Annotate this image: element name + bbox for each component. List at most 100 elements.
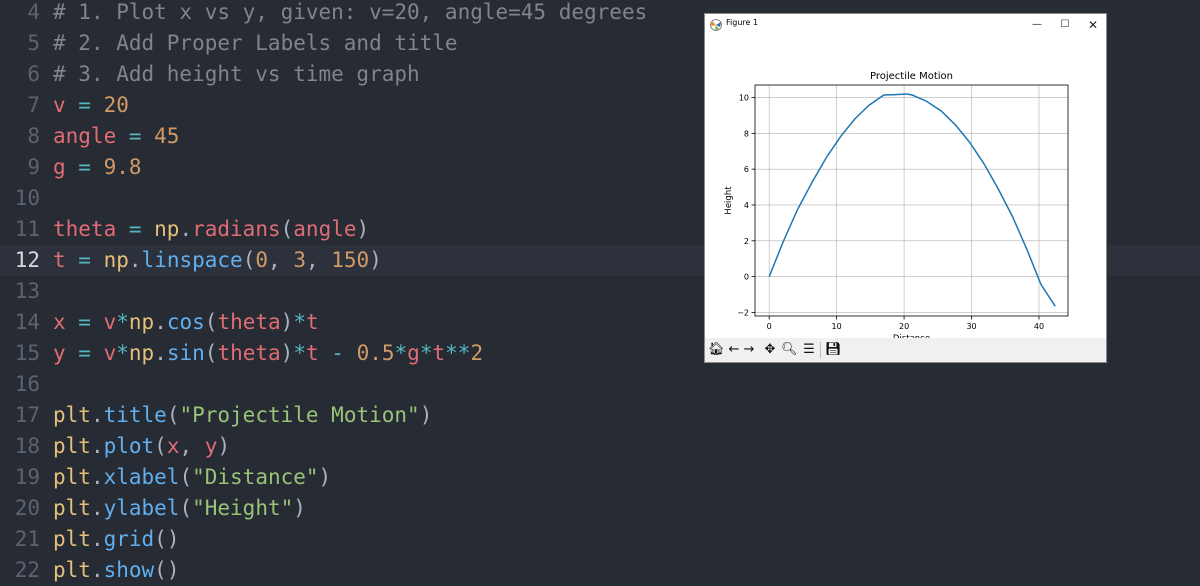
home-icon[interactable]: 🏠︎ xyxy=(708,341,725,359)
code-text: y = v*np.sin(theta)*t - 0.5*g*t**2 xyxy=(53,338,483,369)
navigation-toolbar: 🏠︎ ← → ✥ 🔍︎ ☰ 💾︎ xyxy=(705,338,1106,362)
line-number: 10 xyxy=(14,186,40,210)
code-token: np xyxy=(103,248,129,272)
code-token: . xyxy=(154,341,167,365)
code-token: cos xyxy=(166,310,205,334)
code-token: . xyxy=(90,465,104,489)
code-token: = xyxy=(116,124,155,148)
window-titlebar[interactable]: Figure 1 — ☐ ✕ xyxy=(705,14,1106,36)
code-token: ) xyxy=(280,341,294,365)
code-token: "Distance" xyxy=(192,465,319,489)
y-tick-label: −2 xyxy=(737,308,749,317)
line-number: 16 xyxy=(14,372,40,396)
code-token: show xyxy=(103,558,155,582)
code-line[interactable]: 21 plt.grid() xyxy=(0,524,1200,555)
series-line xyxy=(768,93,1056,307)
code-token: # 1. Plot x vs y, given: v=20, angle=45 … xyxy=(53,0,648,24)
code-text: plt.show() xyxy=(53,555,179,586)
code-token: . xyxy=(90,558,104,582)
code-token: t xyxy=(305,341,319,365)
close-icon[interactable]: ✕ xyxy=(1079,15,1107,35)
y-tick-label: 8 xyxy=(744,129,749,138)
code-text: angle = 45 xyxy=(53,121,179,152)
line-number: 21 xyxy=(14,527,40,551)
code-token: ) xyxy=(369,248,382,272)
code-token: plot xyxy=(103,434,155,458)
x-tick-label: 30 xyxy=(966,322,976,331)
code-token: ( xyxy=(242,248,256,272)
back-icon[interactable]: ← xyxy=(726,341,742,359)
figure-window[interactable]: Figure 1 — ☐ ✕ 0 10 20 30 40 −2 0 2 4 6 8 10 Project… xyxy=(704,13,1107,363)
code-token: title xyxy=(103,403,167,427)
code-line[interactable]: 20 plt.ylabel("Height") xyxy=(0,493,1200,524)
code-token: angle xyxy=(293,217,357,241)
code-line[interactable]: 19 plt.xlabel("Distance") xyxy=(0,462,1200,493)
code-token: . xyxy=(90,434,104,458)
code-text: t = np.linspace(0, 3, 150) xyxy=(53,245,382,276)
code-token: "Projectile Motion" xyxy=(179,403,420,427)
code-token: = xyxy=(65,248,104,272)
line-number: 19 xyxy=(14,465,40,489)
code-text: plt.xlabel("Distance") xyxy=(53,462,331,493)
code-token: = xyxy=(65,310,104,334)
matplotlib-logo-icon xyxy=(710,19,722,31)
code-token: ) xyxy=(419,403,433,427)
plot-canvas[interactable]: 010203040−20246810Projectile MotionDista… xyxy=(705,36,1106,344)
code-line[interactable]: 16 xyxy=(0,369,1200,400)
code-token: . xyxy=(128,248,142,272)
code-token: g xyxy=(53,155,66,179)
forward-icon[interactable]: → xyxy=(741,341,757,359)
minimize-icon[interactable]: — xyxy=(1023,15,1051,35)
configure-subplots-icon[interactable]: ☰ xyxy=(801,341,817,359)
code-token: . xyxy=(179,217,193,241)
line-number: 12 xyxy=(14,248,40,272)
code-token: ( xyxy=(179,496,193,520)
x-tick-label: 40 xyxy=(1034,322,1044,331)
code-text: plt.grid() xyxy=(53,524,179,555)
code-token: ) xyxy=(280,310,294,334)
save-icon[interactable]: 💾︎ xyxy=(825,341,842,359)
pan-icon[interactable]: ✥ xyxy=(762,341,778,359)
zoom-icon[interactable]: 🔍︎ xyxy=(781,341,798,359)
code-token: plt xyxy=(53,527,91,551)
code-token: plt xyxy=(53,558,91,582)
code-token: ) xyxy=(356,217,370,241)
code-token: 20 xyxy=(103,93,129,117)
code-line[interactable]: 22 plt.show() xyxy=(0,555,1200,586)
code-token: t xyxy=(305,310,319,334)
code-token: = xyxy=(65,155,104,179)
line-number: 20 xyxy=(14,496,40,520)
code-token: # 2. Add Proper Labels and title xyxy=(53,31,458,55)
code-token: * xyxy=(293,341,306,365)
code-token: ( xyxy=(204,310,218,334)
code-token: ) xyxy=(217,434,231,458)
code-token: ( xyxy=(179,465,193,489)
code-line[interactable]: 18 plt.plot(x, y) xyxy=(0,431,1200,462)
code-token: ylabel xyxy=(103,496,180,520)
code-token: x xyxy=(53,310,66,334)
line-number: 13 xyxy=(14,279,40,303)
code-token: * xyxy=(419,341,433,365)
window-title: Figure 1 xyxy=(726,18,759,27)
code-token: v xyxy=(103,310,117,334)
line-number: 15 xyxy=(14,341,40,365)
code-token: () xyxy=(154,558,180,582)
code-token: angle xyxy=(53,124,117,148)
y-tick-label: 0 xyxy=(744,273,749,282)
code-token: theta xyxy=(53,217,117,241)
code-line[interactable]: 17 plt.title("Projectile Motion") xyxy=(0,400,1200,431)
code-token: * xyxy=(394,341,408,365)
code-token: 0 xyxy=(255,248,269,272)
code-token: y xyxy=(53,341,66,365)
x-tick-label: 0 xyxy=(767,322,772,331)
maximize-icon[interactable]: ☐ xyxy=(1051,15,1079,35)
line-number: 11 xyxy=(14,217,40,241)
code-text: x = v*np.cos(theta)*t xyxy=(53,307,319,338)
line-number: 4 xyxy=(27,0,40,24)
line-number: 22 xyxy=(14,558,40,582)
code-token: theta xyxy=(217,310,281,334)
code-token: grid xyxy=(103,527,155,551)
code-text: # 2. Add Proper Labels and title xyxy=(53,28,458,59)
code-token: g xyxy=(407,341,420,365)
code-token: linspace xyxy=(141,248,243,272)
